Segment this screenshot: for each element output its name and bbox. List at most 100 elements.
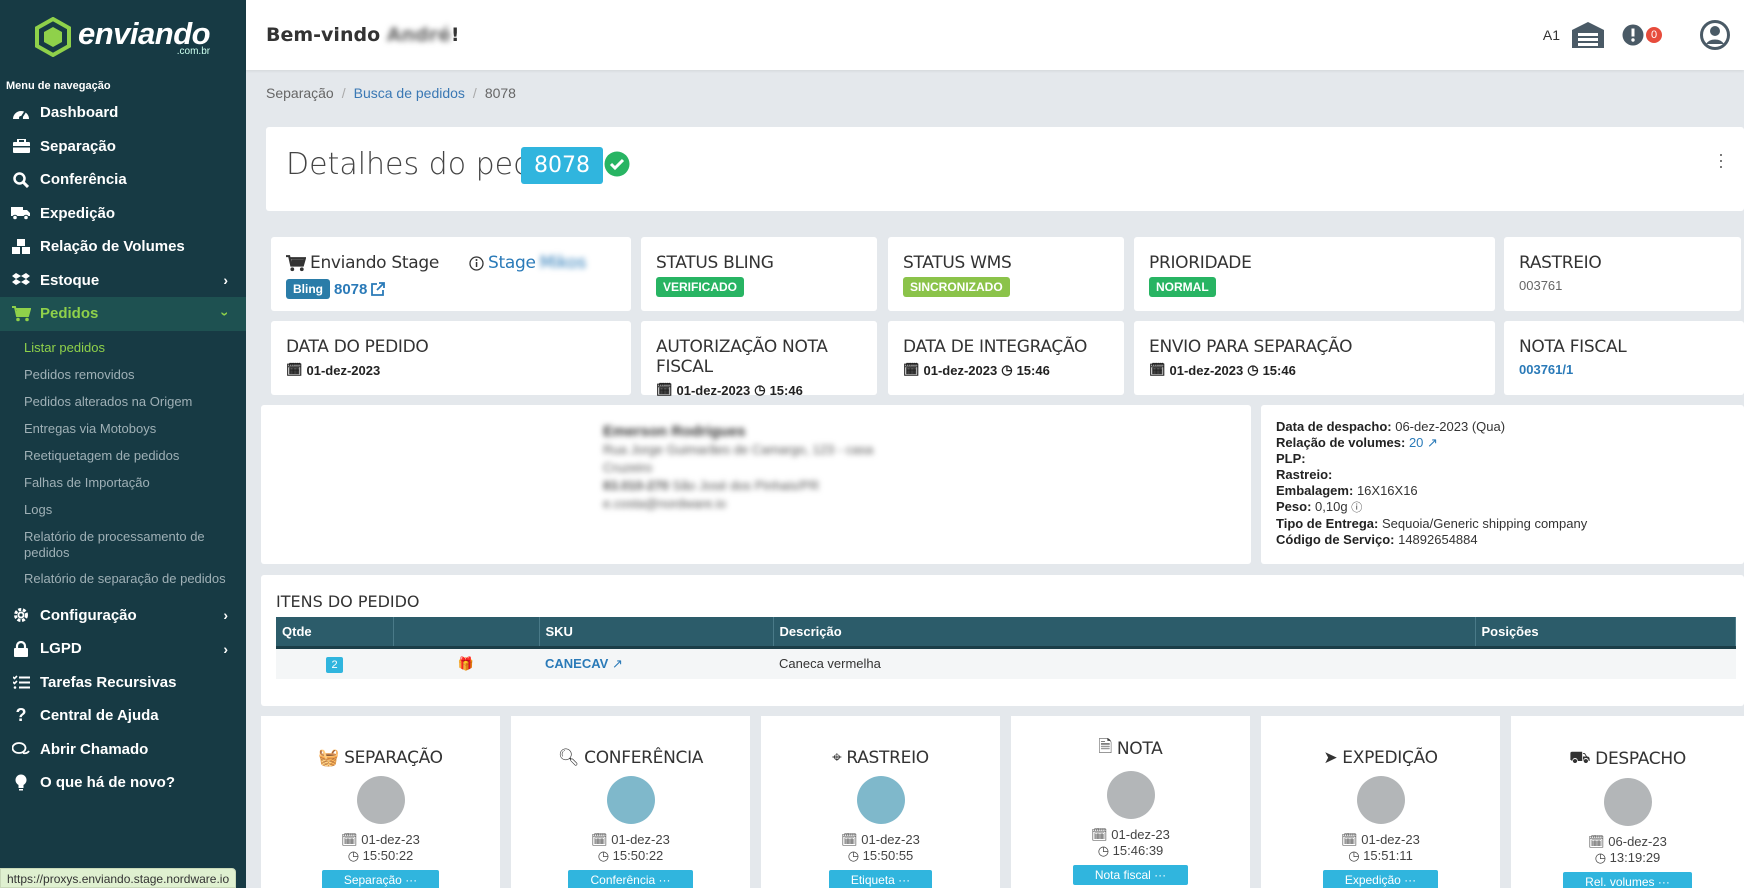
submenu-listar-pedidos[interactable]: Listar pedidos [0, 335, 246, 362]
tracking-card: RASTREIO 003761 [1504, 237, 1741, 311]
sku-link[interactable]: CANECAV [545, 656, 608, 671]
stage-info[interactable]: Stage Mikos [469, 253, 586, 273]
rel-volumes-button[interactable]: Rel. volumes ··· [1563, 872, 1692, 888]
sent-separation-label: ENVIO PARA SEPARAÇÃO [1149, 337, 1353, 357]
integration-time: 15:46 [1016, 362, 1050, 378]
weight-value: 0,10g [1315, 499, 1348, 514]
stage-title: CONFERÊNCIA [584, 748, 704, 768]
sidebar-item-dashboard[interactable]: Dashboard [0, 96, 246, 130]
clock-icon: ◷ [847, 848, 863, 863]
sidebar-item-lgpd[interactable]: LGPD › [0, 632, 246, 666]
nota-fiscal-button[interactable]: Nota fiscal ··· [1072, 865, 1189, 885]
submenu-relatorio-processamento[interactable]: Relatório de processamento de pedidos [0, 524, 246, 566]
sidebar-item-label: Relação de Volumes [40, 238, 185, 256]
separacao-button[interactable]: Separação ··· [321, 870, 440, 888]
sidebar-item-tarefas-recursivas[interactable]: Tarefas Recursivas [0, 666, 246, 700]
stage-card-nota: 🗎 NOTA 🗓 01-dez-23 ◷ 15:46:39 Nota fiscal… [1011, 716, 1250, 888]
store-name: Enviando Stage [310, 253, 440, 273]
clock-icon: ◷ [1001, 362, 1013, 377]
sidebar-item-conferencia[interactable]: Conferência [0, 163, 246, 197]
submenu-falhas-importacao[interactable]: Falhas de Importação [0, 470, 246, 497]
stage-status-circle [856, 776, 905, 824]
volumes-link[interactable]: 20 [1409, 435, 1423, 450]
status-wms-label: STATUS WMS [903, 253, 1012, 273]
submenu-pedidos-alterados[interactable]: Pedidos alterados na Origem [0, 389, 246, 416]
cart-icon [286, 254, 306, 271]
sidebar-item-pedidos[interactable]: Pedidos › [0, 297, 246, 331]
column-header-sku[interactable]: SKU [539, 617, 774, 649]
info-icon[interactable]: ⓘ [1351, 502, 1362, 514]
calendar-icon: 🗓 [591, 832, 612, 847]
gear-icon [10, 606, 32, 624]
invoice-link[interactable]: 003761/1 [1519, 362, 1573, 377]
truck-icon [10, 204, 32, 222]
address-line: Rua Jorge Guimarães de Camargo, 123 - ca… [603, 442, 874, 457]
briefcase-icon [10, 137, 32, 155]
package-value: 16X16X16 [1356, 483, 1418, 498]
clock-icon: ◷ [347, 848, 363, 863]
submenu-reetiquetagem[interactable]: Reetiquetagem de pedidos [0, 443, 246, 470]
sidebar-item-separacao[interactable]: Separação [0, 130, 246, 164]
priority-card: PRIORIDADE NORMAL [1134, 237, 1495, 311]
stage-card-expedicao: ➤ EXPEDIÇÃO 🗓 01-dez-23 ◷ 15:51:11 Expedi… [1261, 716, 1500, 888]
search-icon: 🔍︎ [557, 748, 580, 768]
expedicao-button[interactable]: Expedição ··· [1322, 870, 1439, 888]
user-avatar-icon[interactable] [1700, 20, 1730, 50]
lock-icon [10, 640, 32, 658]
brand-logo[interactable]: enviando .com.br [0, 0, 246, 74]
nav-heading: Menu de navegação [6, 80, 111, 92]
chevron-right-icon: › [223, 640, 228, 657]
stage-name: Mikos [539, 253, 587, 273]
sidebar-item-estoque[interactable]: Estoque › [0, 264, 246, 298]
clock-icon: ◷ [1097, 843, 1113, 858]
alert-button[interactable]: 0 [1622, 24, 1662, 46]
stage-date: 01-dez-23 [861, 832, 920, 847]
column-header-qty[interactable]: Qtde [276, 617, 394, 649]
gift-icon[interactable]: 🎁 [458, 656, 474, 671]
search-icon [10, 171, 32, 189]
more-options-icon[interactable]: · · · [1718, 145, 1724, 175]
sidebar-item-configuracao[interactable]: Configuração › [0, 599, 246, 633]
truck-icon: ⛟ [1569, 748, 1591, 768]
brand-name: enviando [78, 15, 211, 51]
chevron-down-icon: › [217, 311, 234, 317]
sidebar-item-expedicao[interactable]: Expedição [0, 197, 246, 231]
conferencia-button[interactable]: Conferência ··· [568, 870, 693, 888]
sidebar-item-novidades[interactable]: O que há de novo? [0, 766, 246, 800]
sent-separation-card: ENVIO PARA SEPARAÇÃO 🗓 01-dez-2023 ◷ 15:46 [1134, 321, 1495, 395]
status-wms-badge: SINCRONIZADO [903, 277, 1010, 297]
address-cep: 83.010-270 [603, 478, 669, 493]
external-order-link[interactable]: 8078 [334, 281, 367, 298]
external-link-icon[interactable]: ↗ [1427, 435, 1438, 450]
service-code-value: 14892654884 [1398, 532, 1478, 547]
breadcrumb-link[interactable]: Busca de pedidos [354, 85, 465, 101]
column-header-positions[interactable]: Posições [1475, 617, 1736, 649]
external-link-icon[interactable]: ↗ [612, 656, 623, 671]
warehouse-icon[interactable] [1572, 22, 1604, 48]
dropbox-icon [10, 271, 32, 289]
package-label: Embalagem: [1276, 483, 1354, 498]
submenu-relatorio-separacao[interactable]: Relatório de separação de pedidos [0, 566, 246, 593]
breadcrumb-item[interactable]: Separação [266, 85, 334, 101]
sidebar-item-central-ajuda[interactable]: ? Central de Ajuda [0, 699, 246, 733]
stage-date: 01-dez-23 [1111, 827, 1170, 842]
clock-icon: ◷ [1594, 850, 1610, 865]
address-neighborhood: Cruzeiro [603, 460, 653, 475]
submenu-pedidos-removidos[interactable]: Pedidos removidos [0, 362, 246, 389]
address-city: São José dos Pinhais/PR [672, 478, 820, 493]
sidebar-item-abrir-chamado[interactable]: Abrir Chamado [0, 733, 246, 767]
sidebar-item-relacao-volumes[interactable]: Relação de Volumes [0, 230, 246, 264]
calendar-icon: 🗓 [1091, 827, 1112, 842]
submenu-entregas-motoboys[interactable]: Entregas via Motoboys [0, 416, 246, 443]
breadcrumb: Separação / Busca de pedidos / 8078 [266, 85, 516, 101]
etiqueta-button[interactable]: Etiqueta ··· [828, 870, 933, 888]
column-header-description[interactable]: Descrição [773, 617, 1476, 649]
status-wms-card: STATUS WMS SINCRONIZADO [888, 237, 1124, 311]
stage-date: 01-dez-23 [361, 832, 420, 847]
sidebar-item-label: Abrir Chamado [40, 740, 149, 758]
stage-label: Stage [488, 253, 536, 273]
question-icon: ? [15, 705, 27, 726]
external-link-icon[interactable] [371, 282, 386, 296]
sidebar-item-label: LGPD [40, 640, 82, 658]
submenu-logs[interactable]: Logs [0, 497, 246, 524]
